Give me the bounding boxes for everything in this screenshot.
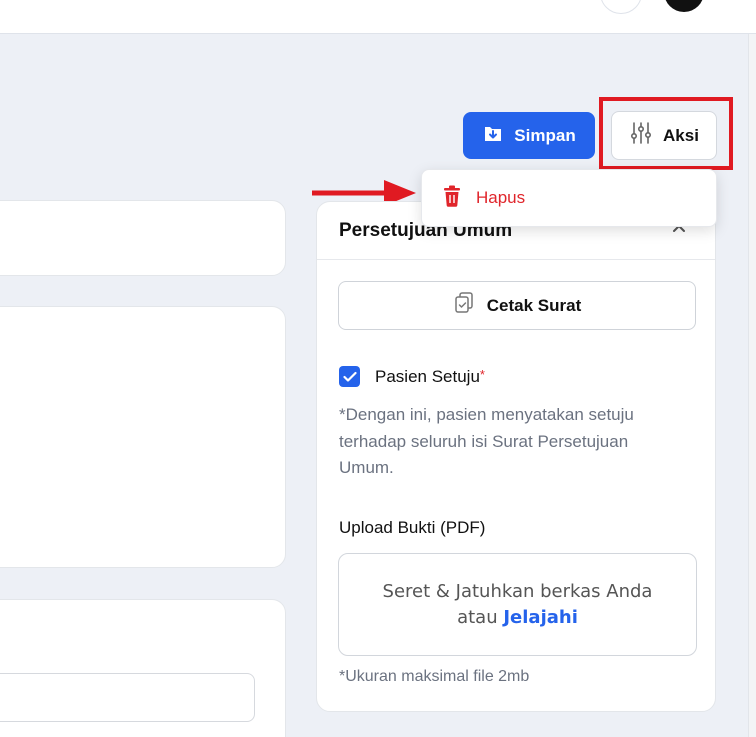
left-card-top	[0, 200, 286, 276]
file-size-note: *Ukuran maksimal file 2mb	[339, 668, 530, 685]
left-card-middle	[0, 306, 286, 568]
patient-agree-text: Pasien Setuju	[375, 367, 480, 386]
dropzone-text: Seret & Jatuhkan berkas Anda	[382, 580, 653, 602]
copy-document-icon	[453, 291, 475, 320]
delete-menu-item[interactable]: Hapus	[422, 170, 716, 226]
save-button-label: Simpan	[514, 125, 576, 145]
trash-icon	[442, 185, 462, 212]
browse-link[interactable]: Jelajahi	[503, 607, 578, 628]
download-box-icon	[482, 122, 504, 149]
dropzone-or: atau	[457, 606, 498, 628]
print-letter-label: Cetak Surat	[486, 295, 582, 315]
patient-agree-checkbox[interactable]	[339, 366, 360, 387]
annotation-highlight-box	[599, 97, 733, 170]
delete-menu-label: Hapus	[476, 188, 526, 207]
topbar-icon-button[interactable]	[600, 0, 642, 14]
left-card-input[interactable]	[0, 673, 255, 722]
general-consent-panel: Persetujuan Umum Cetak Surat Pasien Setu…	[316, 201, 716, 712]
action-dropdown-menu: Hapus	[421, 169, 717, 227]
consent-note: *Dengan ini, pasien menyatakan setuju te…	[339, 405, 634, 477]
patient-agree-label[interactable]: Pasien Setuju*	[375, 367, 485, 387]
scrollbar[interactable]	[748, 34, 756, 737]
save-button[interactable]: Simpan	[463, 112, 595, 159]
upload-label: Upload Bukti (PDF)	[339, 518, 486, 537]
avatar[interactable]	[664, 0, 704, 12]
top-navbar	[0, 0, 756, 34]
required-mark: *	[479, 367, 485, 382]
dropzone-browse-line: atau Jelajahi	[457, 605, 578, 631]
file-dropzone[interactable]: Seret & Jatuhkan berkas Anda atau Jelaja…	[338, 553, 697, 656]
print-letter-button[interactable]: Cetak Surat	[338, 281, 696, 330]
